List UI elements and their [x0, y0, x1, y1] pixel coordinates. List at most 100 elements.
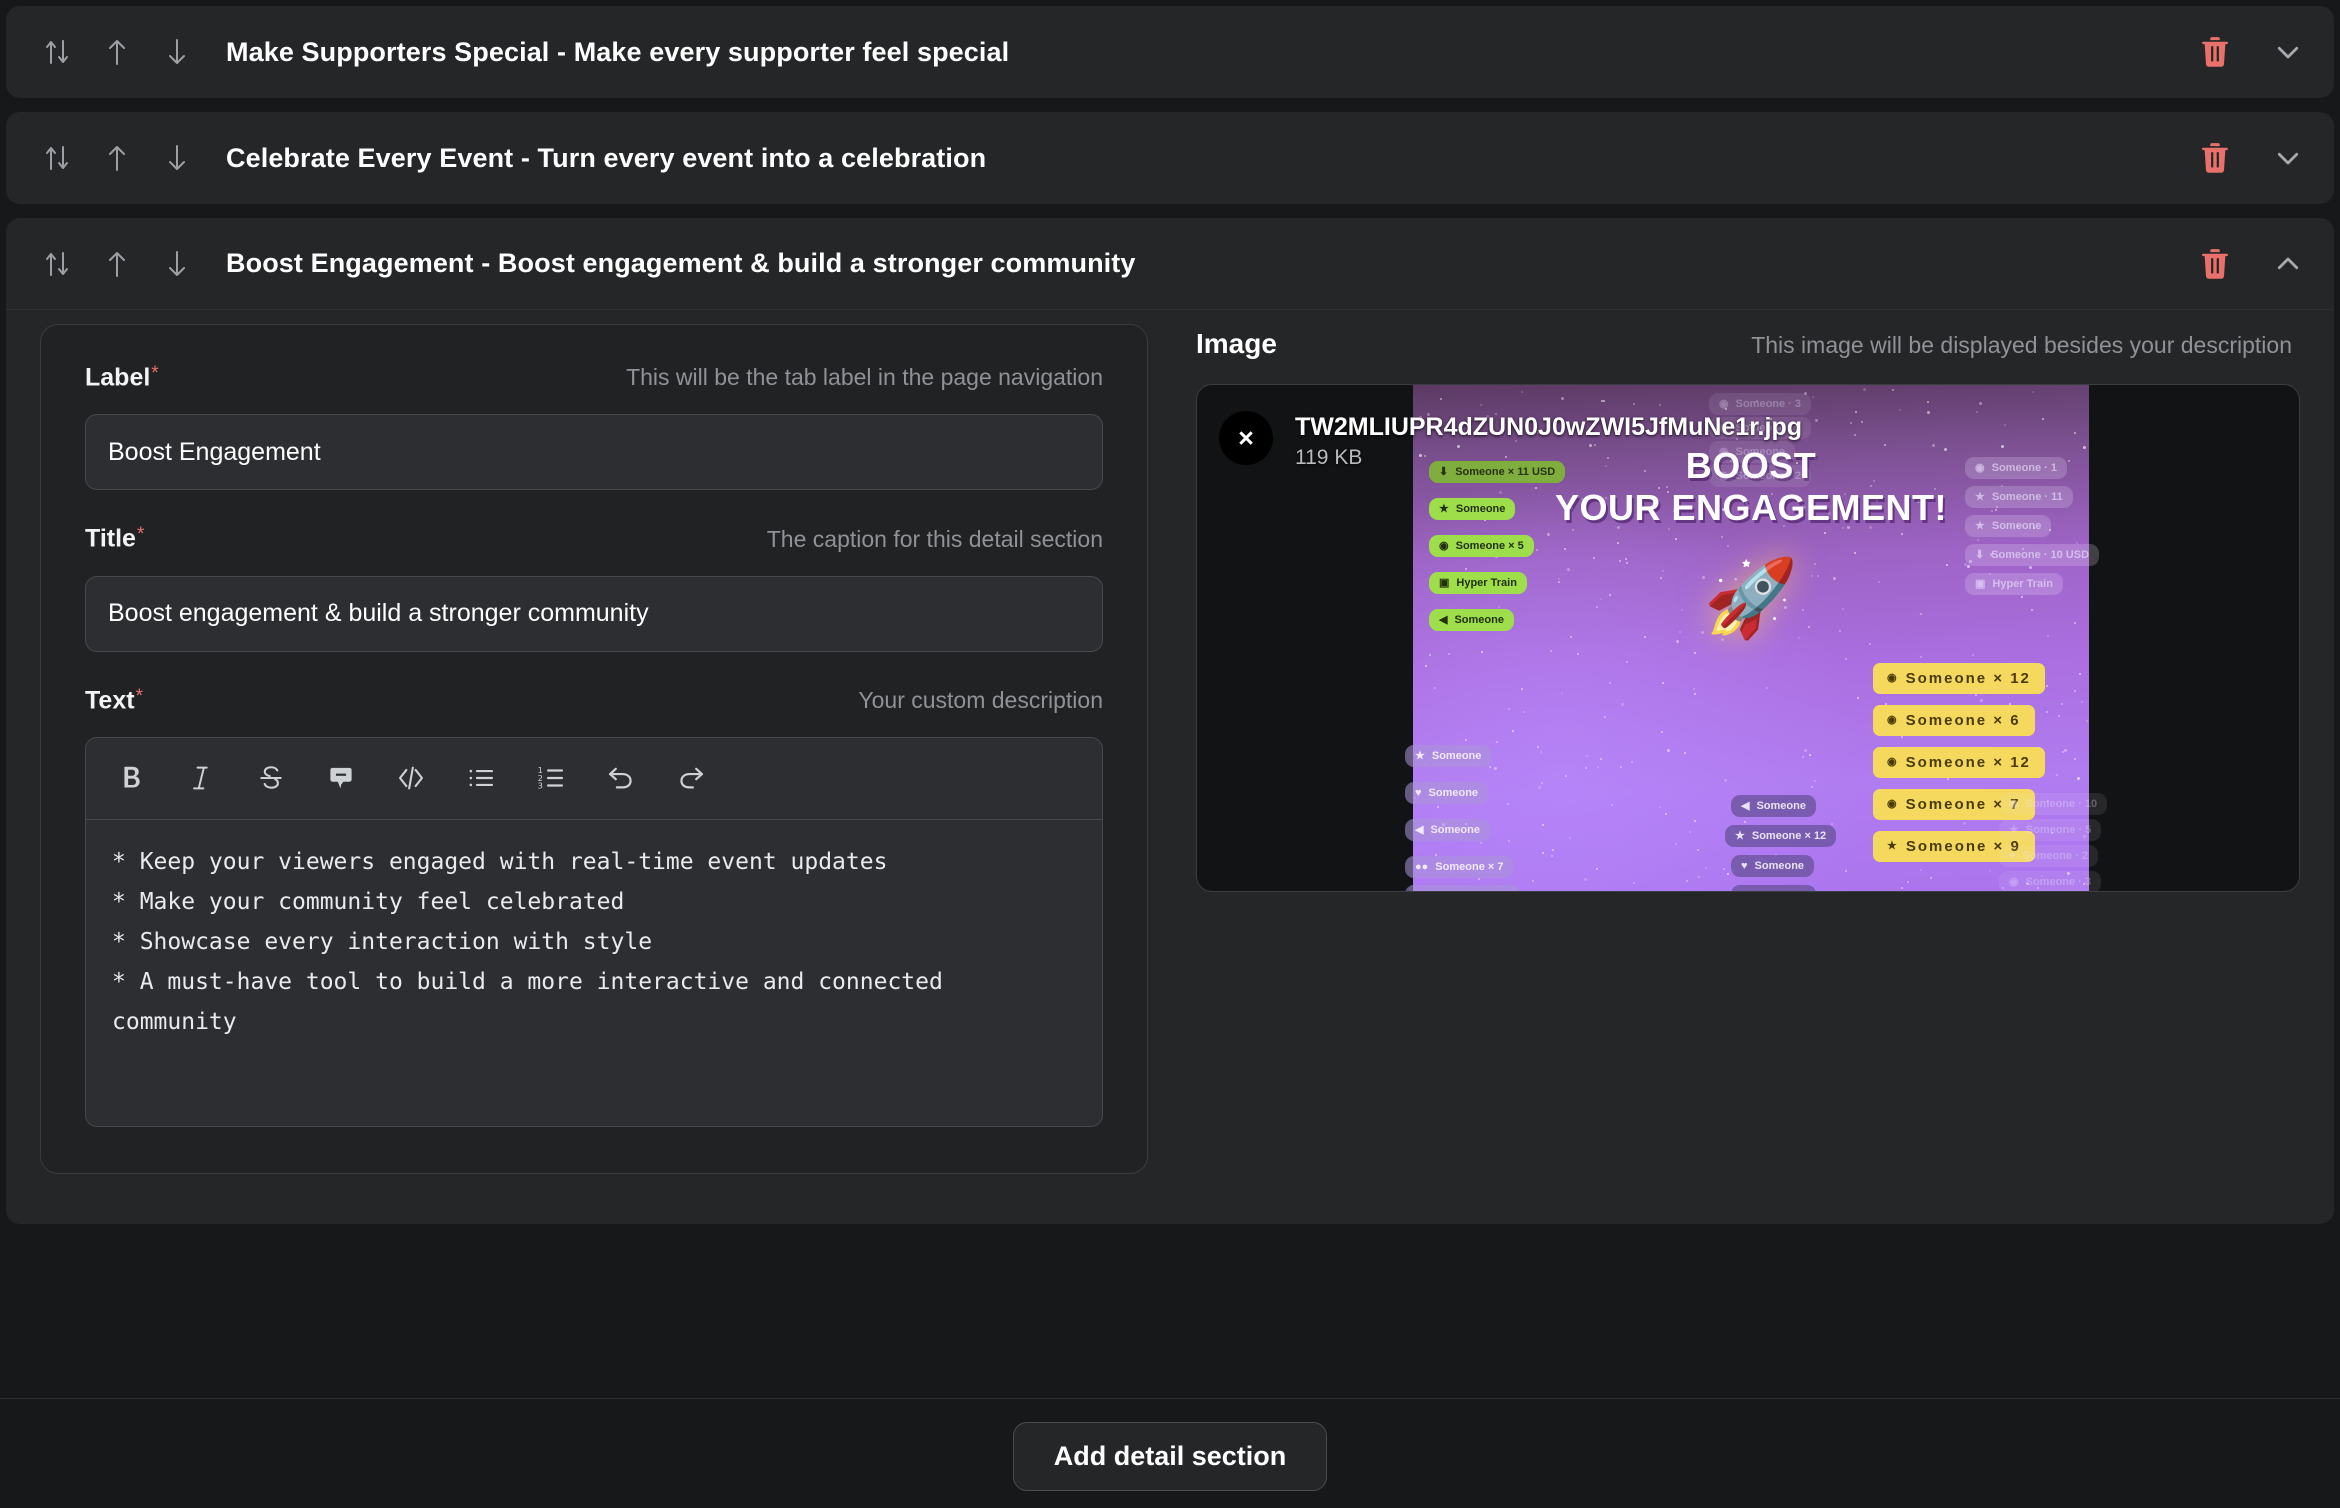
image-panel-head: Image This image will be displayed besid…: [1196, 328, 2300, 360]
arrow-up-icon[interactable]: [100, 141, 134, 175]
text-field-caption: Text*: [85, 686, 143, 715]
detail-section-row: Make Supporters Special - Make every sup…: [6, 6, 2334, 98]
label-field-caption: Label*: [85, 363, 159, 392]
arrow-up-icon[interactable]: [100, 247, 134, 281]
comment-icon[interactable]: [318, 755, 364, 801]
badge-label: Someone × 5: [1456, 540, 1524, 552]
artwork-badge: ●● Someone × 12: [1405, 885, 1520, 892]
badge-icon: ★: [1887, 841, 1899, 852]
badge-icon: ◉: [1887, 757, 1899, 768]
badge-icon: ★: [1975, 492, 1985, 503]
artwork-badge: ◉ Someone × 12: [1873, 663, 2045, 694]
badge-icon: ◉: [1887, 673, 1899, 684]
trash-icon[interactable]: [2196, 139, 2234, 177]
section-header[interactable]: Make Supporters Special - Make every sup…: [6, 6, 2334, 98]
section-actions: [2196, 244, 2308, 284]
section-form-card: Label* This will be the tab label in the…: [40, 324, 1148, 1174]
text-field-group: Text* Your custom description: [85, 686, 1103, 1127]
badge-icon: ◉: [2009, 877, 2019, 888]
code-icon[interactable]: [388, 755, 434, 801]
badge-label: Someone × 12: [1435, 890, 1509, 892]
badge-label: Someone × 6: [1906, 712, 2021, 729]
bold-icon[interactable]: [108, 755, 154, 801]
trash-icon[interactable]: [2196, 245, 2234, 283]
italic-icon[interactable]: [178, 755, 224, 801]
badge-label: Hyper Train: [1992, 578, 2053, 590]
arrow-down-icon[interactable]: [160, 247, 194, 281]
artwork-badge: ▣ Hyper Train: [1965, 573, 2063, 595]
badge-icon: ●●: [1415, 891, 1428, 893]
badge-label: Someone: [1756, 800, 1806, 812]
image-file-name: TW2MLIUPR4dZUN0J0wZWI5JfMuNe1r.jpg: [1295, 413, 1802, 442]
image-file-size: 119 KB: [1295, 446, 1802, 470]
badge-icon: ★: [1415, 751, 1425, 762]
badge-label: Someone × 12: [1752, 830, 1826, 842]
badge-icon: ♥: [1741, 861, 1748, 872]
title-field-hint: The caption for this detail section: [767, 526, 1103, 553]
strikethrough-icon[interactable]: [248, 755, 294, 801]
svg-text:3: 3: [538, 781, 543, 791]
arrow-up-icon[interactable]: [100, 35, 134, 69]
artwork-badge: ◀ Someone: [1405, 819, 1490, 841]
chevron-up-icon[interactable]: [2268, 244, 2308, 284]
label-field-group: Label* This will be the tab label in the…: [85, 363, 1103, 490]
arrow-down-icon[interactable]: [160, 35, 194, 69]
artwork-badge: ⬇ Someone · 10 USD: [1965, 544, 2099, 566]
chevron-down-icon[interactable]: [2268, 32, 2308, 72]
label-field-label: Label: [85, 363, 150, 391]
trash-icon[interactable]: [2196, 33, 2234, 71]
sort-updown-icon[interactable]: [40, 247, 74, 281]
detail-section-row-expanded: Boost Engagement - Boost engagement & bu…: [6, 218, 2334, 1224]
undo-icon[interactable]: [598, 755, 644, 801]
section-title: Make Supporters Special - Make every sup…: [226, 37, 2196, 68]
arrow-down-icon[interactable]: [160, 141, 194, 175]
text-field-hint: Your custom description: [858, 687, 1103, 714]
badge-icon: ▣: [1439, 578, 1449, 589]
image-file-meta: TW2MLIUPR4dZUN0J0wZWI5JfMuNe1r.jpg 119 K…: [1295, 411, 1802, 470]
chevron-down-icon[interactable]: [2268, 138, 2308, 178]
badge-label: Someone · 2: [1736, 470, 1801, 482]
artwork-badge: ◉ Someone · 1: [1965, 457, 2067, 479]
add-detail-section-button[interactable]: Add detail section: [1013, 1422, 1328, 1491]
artwork-badge: ♥ Someone: [1731, 855, 1814, 877]
rich-text-editor: 123 * Keep your viewers engaged with rea…: [85, 737, 1103, 1127]
close-icon[interactable]: ×: [1219, 411, 1273, 465]
artwork-badge: ▣ Hyper Train: [1429, 572, 1527, 594]
badge-label: Someone: [1430, 824, 1480, 836]
redo-icon[interactable]: [668, 755, 714, 801]
section-reorder-controls: [40, 35, 194, 69]
badge-label: Hyper Train: [1456, 577, 1517, 589]
badge-icon: ◉: [1719, 471, 1729, 482]
badge-label: Someone · 2: [2023, 850, 2088, 862]
badge-icon: ★: [2009, 825, 2019, 836]
badge-icon: ★: [1735, 831, 1745, 842]
badge-label: Someone: [1456, 503, 1506, 515]
label-input[interactable]: [85, 414, 1103, 490]
image-preview[interactable]: BOOST YOUR ENGAGEMENT! 🚀 ⬇ Someone × 11 …: [1196, 384, 2300, 892]
section-title: Boost Engagement - Boost engagement & bu…: [226, 248, 2196, 279]
badge-label: Someone · 3: [2026, 876, 2091, 888]
numbered-list-icon[interactable]: 123: [528, 755, 574, 801]
badge-icon: ◉: [2009, 799, 2019, 810]
artwork-badge: ◉ Someone × 12: [1873, 747, 2045, 778]
sort-updown-icon[interactable]: [40, 141, 74, 175]
artwork-badge: ★ Someone · 11: [1965, 486, 2073, 508]
badge-label: Someone: [1432, 750, 1482, 762]
title-field-caption: Title*: [85, 524, 144, 553]
artwork-badge: ◀ Someone: [1731, 885, 1816, 892]
text-editor-content[interactable]: * Keep your viewers engaged with real-ti…: [86, 820, 1102, 1126]
title-input[interactable]: [85, 576, 1103, 652]
sort-updown-icon[interactable]: [40, 35, 74, 69]
artwork-badge: ★ Someone: [1405, 745, 1491, 767]
title-field-group: Title* The caption for this detail secti…: [85, 524, 1103, 651]
badge-icon: ★: [1439, 504, 1449, 515]
badge-icon: ◉: [1887, 715, 1899, 726]
section-header[interactable]: Celebrate Every Event - Turn every event…: [6, 112, 2334, 204]
badge-icon: ♥: [1415, 788, 1422, 799]
text-field-head: Text* Your custom description: [85, 686, 1103, 715]
section-actions: [2196, 32, 2308, 72]
badge-icon: ◀: [1415, 825, 1423, 836]
bullet-list-icon[interactable]: [458, 755, 504, 801]
section-header[interactable]: Boost Engagement - Boost engagement & bu…: [6, 218, 2334, 310]
artwork-badge: ◉ Someone · 3: [1999, 871, 2101, 892]
